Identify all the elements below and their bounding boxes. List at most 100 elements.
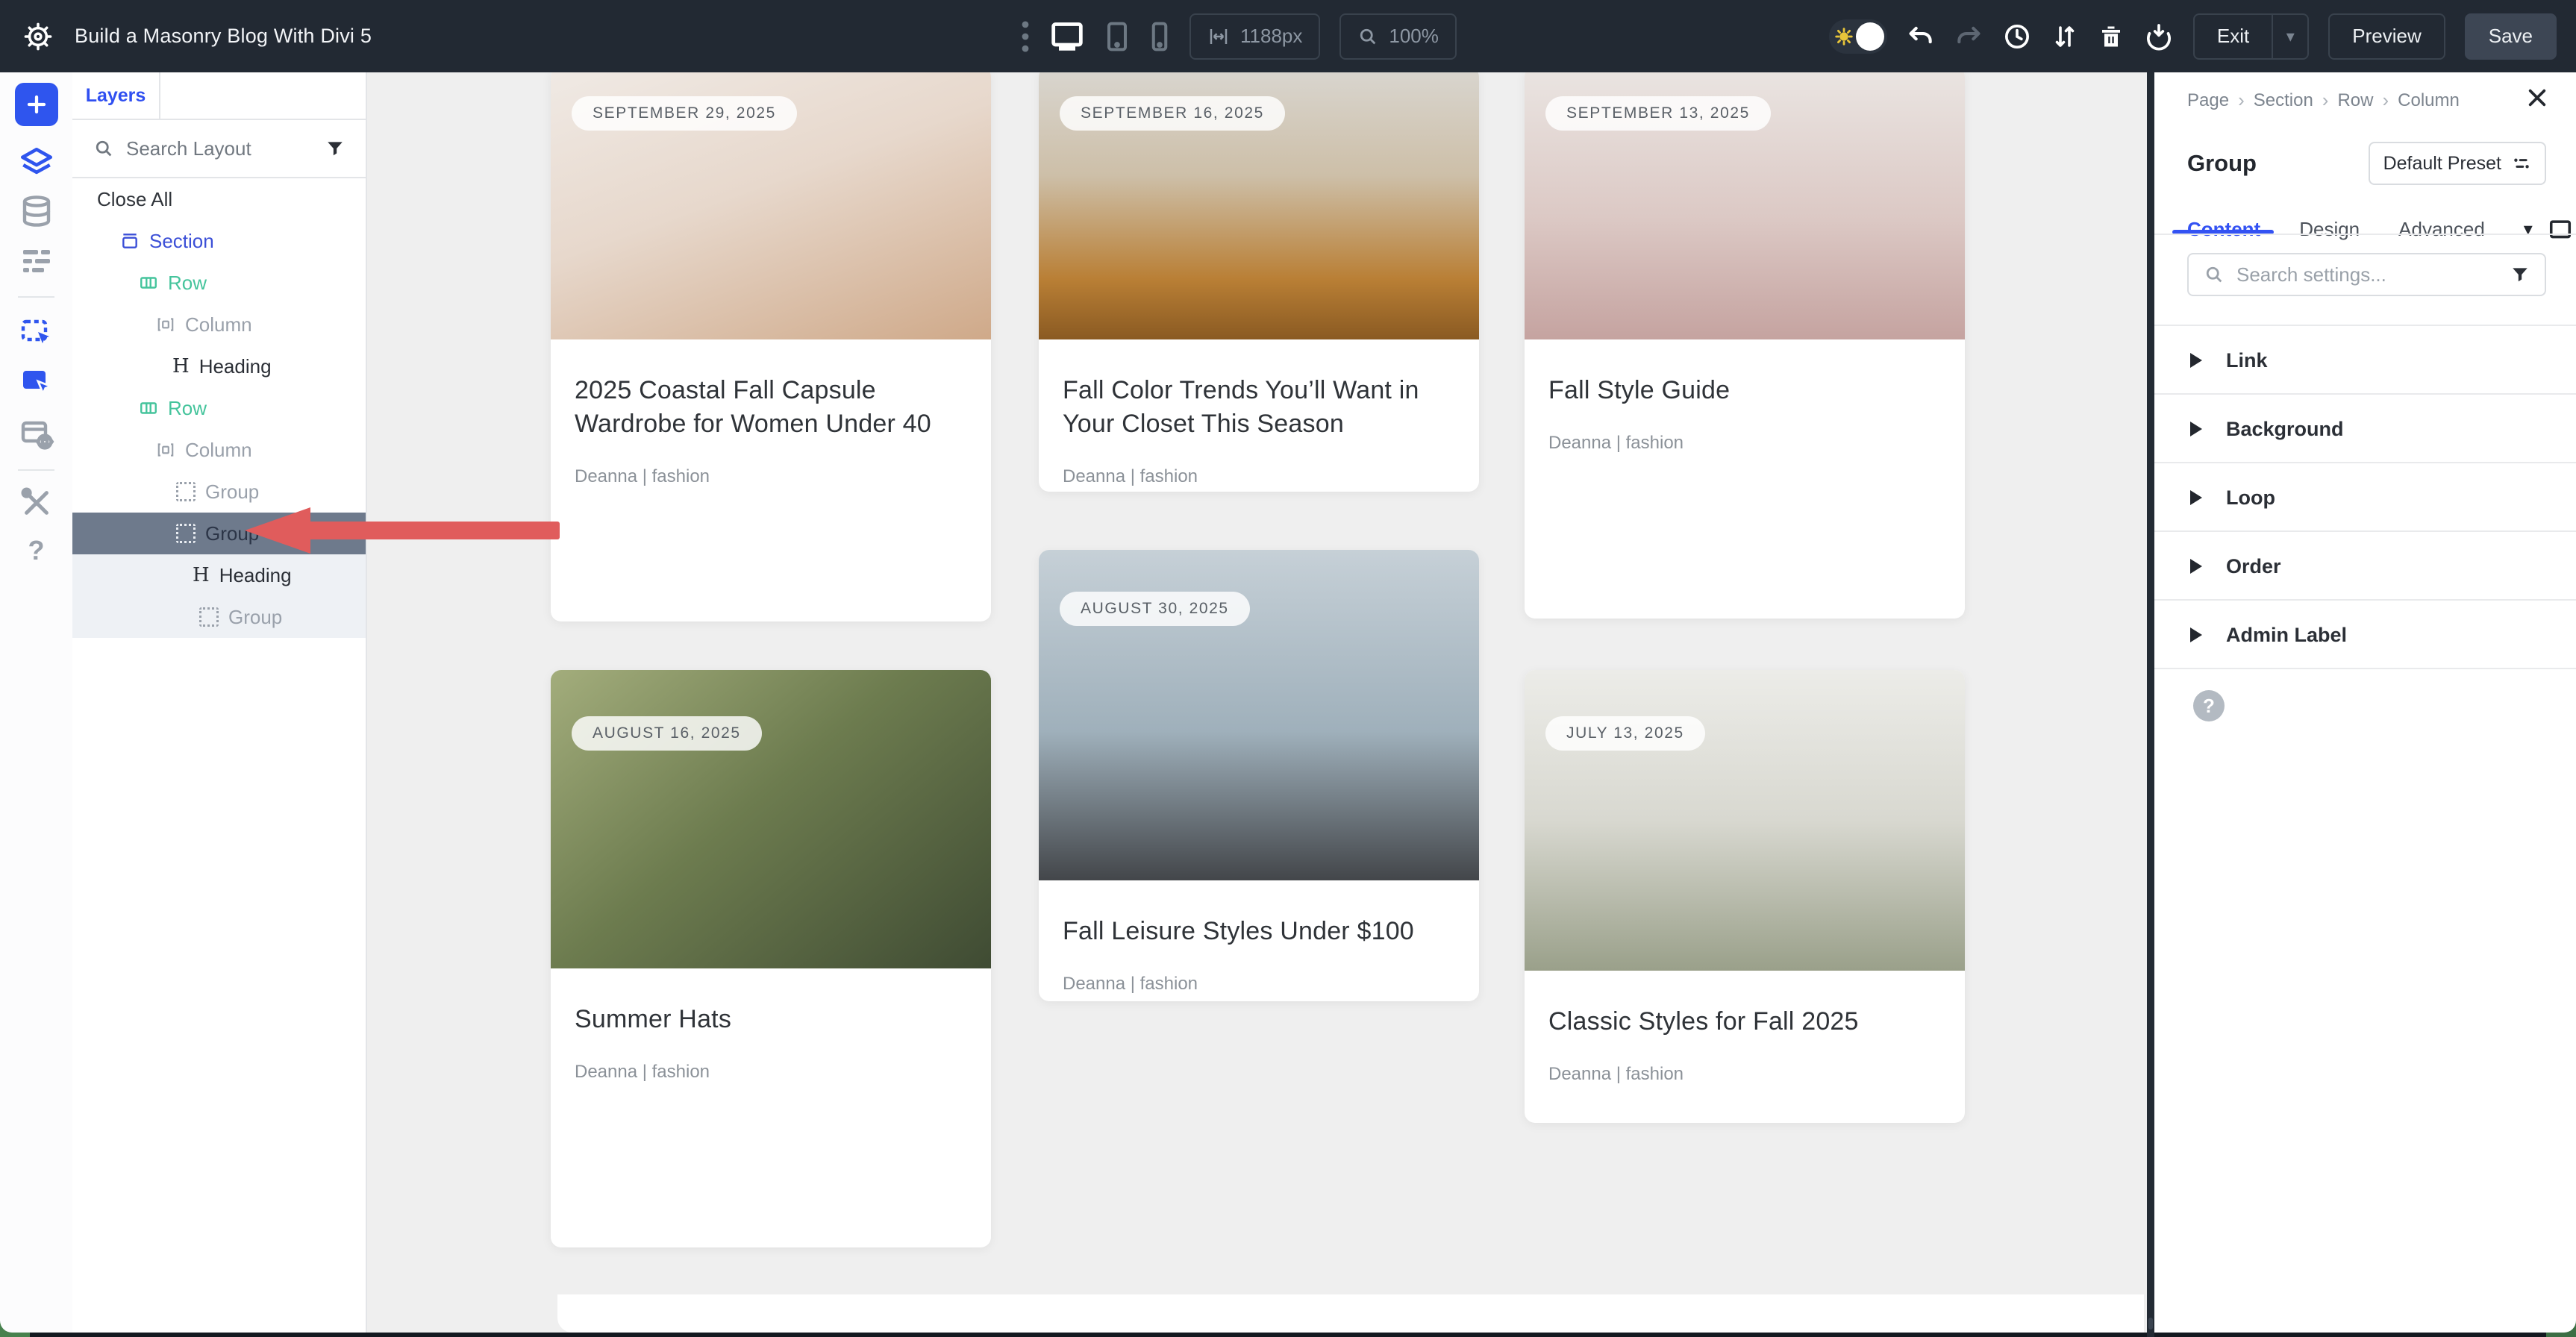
accordion-background[interactable]: Background [2154,395,2576,463]
hover-mode-button[interactable] [0,316,72,351]
exit-button[interactable]: Exit [2193,13,2272,60]
tab-design[interactable]: Design [2299,218,2360,241]
tab-layers[interactable]: Layers [72,72,160,119]
undo-icon[interactable] [1907,22,1935,51]
add-module-button[interactable] [0,83,72,126]
breadcrumb-row[interactable]: Row [2337,90,2373,111]
accordion-link[interactable]: Link [2154,326,2576,395]
accordion-admin-label[interactable]: Admin Label [2154,601,2576,669]
layers-panel: Layers Search Layout Close All Section R… [72,72,367,1333]
chevron-down-icon[interactable]: ▾ [2524,219,2533,240]
rail-help-button[interactable]: ? [0,535,72,566]
chevron-right-icon: › [2322,89,2329,112]
accordion-order[interactable]: Order [2154,532,2576,601]
heading-icon: H [193,566,210,585]
heading-icon: H [172,357,190,376]
settings-search-input[interactable]: Search settings... [2236,263,2498,286]
click-mode-button[interactable] [0,365,72,401]
triangle-right-icon [2190,627,2202,642]
sun-icon [1834,27,1854,46]
history-icon[interactable] [2002,22,2032,51]
layer-item-row[interactable]: Row [72,262,366,304]
column-icon [156,440,175,460]
breadcrumb-column[interactable]: Column [2398,90,2460,111]
desktop-responsive-icon[interactable] [2548,219,2573,241]
help-button[interactable]: ? [2193,690,2225,721]
post-title: Fall Style Guide [1548,374,1941,407]
canvas-scrollbar-knob[interactable] [2148,1318,2153,1330]
blog-card[interactable]: JULY 13, 2025 Classic Styles for Fall 20… [1525,670,1965,1123]
column-icon [156,315,175,334]
filter-icon[interactable] [2510,265,2530,284]
database-button[interactable] [0,193,72,229]
search-icon [2204,264,2225,285]
blog-card[interactable]: SEPTEMBER 29, 2025 2025 Coastal Fall Cap… [551,72,991,621]
filter-icon[interactable] [325,139,345,158]
module-title: Group [2187,150,2257,177]
breadcrumb-page[interactable]: Page [2187,90,2229,111]
settings-search-box[interactable]: Search settings... [2187,253,2546,296]
tablet-view-icon[interactable] [1104,20,1130,53]
builder-left-rail: ? [0,72,74,1333]
close-all-button[interactable]: Close All [72,178,366,220]
canvas-width-value: 1188px [1240,25,1302,48]
phone-view-icon[interactable] [1149,20,1170,53]
triangle-right-icon [2190,559,2202,574]
layers-search-input[interactable]: Search Layout [126,137,313,160]
group-icon [176,524,196,543]
exit-dropdown-caret[interactable]: ▾ [2272,13,2309,60]
section-icon [120,231,140,251]
canvas-zoom-field[interactable]: 100% [1339,13,1457,60]
post-title: 2025 Coastal Fall Capsule Wardrobe for W… [575,374,967,441]
breadcrumb-section[interactable]: Section [2254,90,2313,111]
rail-divider [18,469,54,471]
post-date-badge: SEPTEMBER 29, 2025 [572,96,797,131]
blog-card[interactable]: SEPTEMBER 16, 2025 Fall Color Trends You… [1039,72,1479,492]
layer-item-group[interactable]: Group [72,596,366,638]
group-icon [176,482,196,501]
search-icon [93,138,114,159]
blog-card[interactable]: AUGUST 16, 2025 Summer Hats Deanna | fas… [551,670,991,1247]
exit-button-group: Exit ▾ [2193,13,2309,60]
layer-item-column[interactable]: Column [72,429,366,471]
builder-canvas[interactable]: SEPTEMBER 29, 2025 2025 Coastal Fall Cap… [367,72,2147,1333]
layer-item-group[interactable]: Group [72,471,366,513]
preview-button[interactable]: Preview [2328,13,2445,60]
layers-panel-button[interactable] [0,144,72,181]
chevron-right-icon: › [2238,89,2245,112]
default-preset-button[interactable]: Default Preset [2369,142,2546,185]
redo-icon[interactable] [1954,22,1983,51]
layer-item-group-selected[interactable]: Group [72,513,366,554]
canvas-scrollbar[interactable] [2147,72,2154,1337]
tab-advanced[interactable]: Advanced [2398,218,2485,241]
triangle-right-icon [2190,353,2202,368]
sort-arrows-icon[interactable] [2051,22,2078,51]
layer-item-heading[interactable]: H Heading [72,554,366,596]
row-icon [139,398,158,418]
accordion-loop[interactable]: Loop [2154,463,2576,532]
close-icon[interactable] [2525,86,2549,110]
post-meta: Deanna | fashion [1548,1064,1941,1085]
module-settings-panel: Page › Section › Row › Column Group Default… [2154,72,2576,1333]
builder-mode-toggle[interactable] [1829,19,1887,54]
canvas-zoom-value: 100% [1389,25,1439,48]
trash-icon[interactable] [2098,22,2125,51]
desktop-view-icon[interactable] [1049,20,1085,53]
panel-divider [2154,668,2576,669]
layer-item-column[interactable]: Column [72,304,366,345]
layer-item-heading[interactable]: H Heading [72,345,366,387]
wireframe-view-button[interactable] [0,242,72,278]
save-button[interactable]: Save [2465,13,2557,60]
layer-item-section[interactable]: Section [72,220,366,262]
chevron-right-icon: › [2382,89,2389,112]
tools-button[interactable] [0,486,72,520]
layer-item-row[interactable]: Row [72,387,366,429]
portability-icon[interactable] [2144,22,2174,51]
page-preview-button[interactable] [0,417,72,453]
canvas-width-field[interactable]: 1188px [1189,13,1320,60]
builder-settings-gear-icon[interactable] [22,21,54,52]
blog-card[interactable]: SEPTEMBER 13, 2025 Fall Style Guide Dean… [1525,72,1965,619]
layers-tab-strip: Layers [72,72,366,120]
blog-card[interactable]: AUGUST 30, 2025 Fall Leisure Styles Unde… [1039,550,1479,1001]
more-dots-icon[interactable] [1021,20,1030,53]
